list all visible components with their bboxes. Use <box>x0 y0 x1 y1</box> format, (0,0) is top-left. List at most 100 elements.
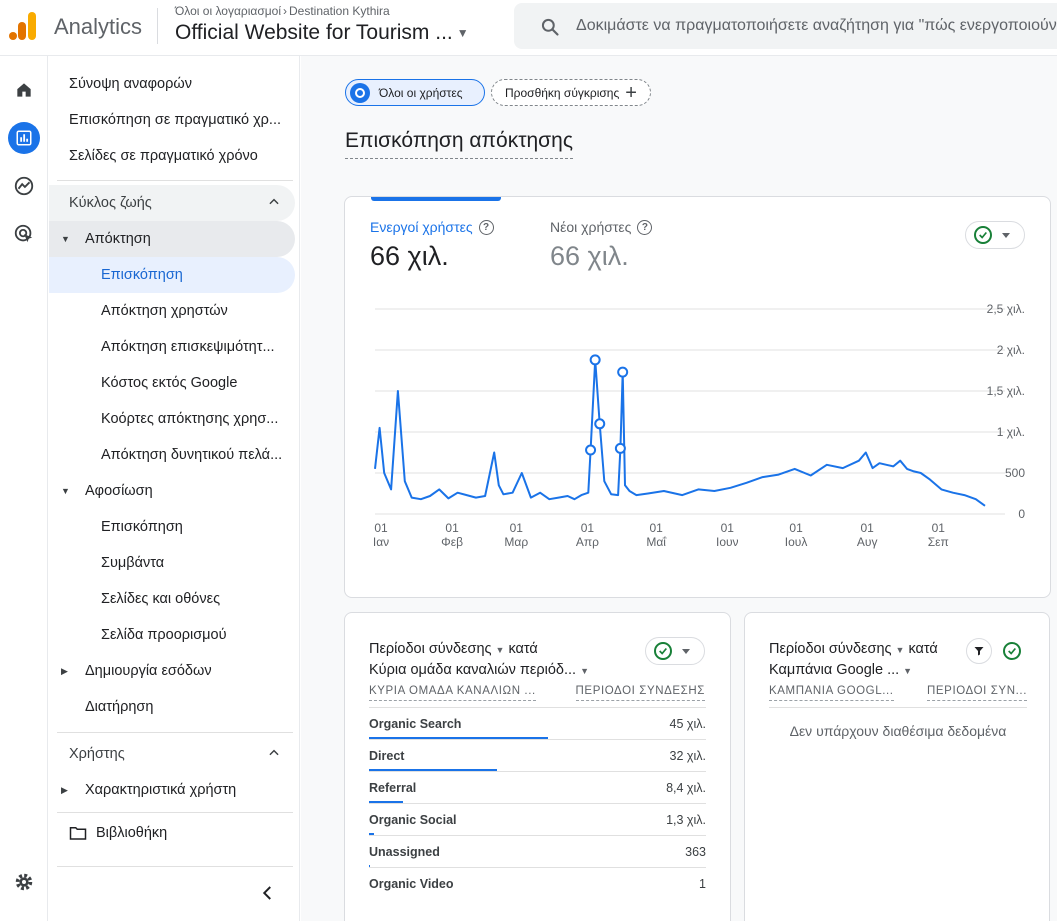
card-title-metric[interactable]: Περίοδοι σύνδεσης <box>369 641 492 657</box>
nav-events[interactable]: Συμβάντα <box>49 545 295 581</box>
table-row[interactable]: Direct 32 χιλ. <box>369 739 706 772</box>
breadcrumb[interactable]: Όλοι οι λογαριασμοί › Destination Kythira <box>175 4 390 18</box>
left-rail <box>0 56 48 921</box>
card-title-metric[interactable]: Περίοδοι σύνδεσης <box>769 641 892 657</box>
x-tick-day-label: 01 <box>445 521 459 535</box>
x-tick-month-label: Απρ <box>576 535 599 549</box>
nav-label: Βιβλιοθήκη <box>96 825 168 841</box>
home-icon[interactable] <box>8 74 40 106</box>
nav-section-lifecycle[interactable]: Κύκλος ζωής <box>49 185 295 221</box>
x-tick-day-label: 01 <box>650 521 664 535</box>
nav-acquisition-cohorts[interactable]: Κοόρτες απόκτησης χρησ... <box>49 401 295 437</box>
session-count: 363 <box>685 845 706 859</box>
search-bar[interactable]: Δοκιμάστε να πραγματοποιήσετε αναζήτηση … <box>514 3 1057 49</box>
folder-icon <box>69 827 87 840</box>
dropdown-arrow-icon: ▼ <box>456 26 469 41</box>
explore-icon[interactable] <box>8 170 40 202</box>
x-tick-day-label: 01 <box>860 521 874 535</box>
add-comparison-chip[interactable]: Προσθήκη σύγκρισης + <box>491 79 651 106</box>
table-row[interactable]: Organic Video 1 <box>369 867 706 899</box>
table-row[interactable]: Organic Social 1,3 χιλ. <box>369 803 706 836</box>
reports-icon[interactable] <box>8 122 40 154</box>
collapsed-triangle-icon: ▶ <box>61 784 68 795</box>
nav-pages-and-screens[interactable]: Σελίδες και οθόνες <box>49 581 295 617</box>
card-title: Περίοδοι σύνδεσης ▼ κατά Κύρια ομάδα καναλ… <box>369 639 593 681</box>
nav-label: Δημιουργία εσόδων <box>85 663 212 679</box>
chevron-right-icon: › <box>282 4 287 18</box>
nav-realtime-pages[interactable]: Σελίδες σε πραγματικό χρόνο <box>49 138 295 174</box>
chevron-up-icon <box>269 749 279 756</box>
anomaly-marker[interactable] <box>594 418 606 430</box>
channel-name: Direct <box>369 749 405 763</box>
nav-lead-acquisition[interactable]: Απόκτηση δυνητικού πελά... <box>49 437 295 473</box>
expand-triangle-icon: ▼ <box>61 486 70 496</box>
divider <box>57 732 293 733</box>
anomaly-marker[interactable] <box>617 366 629 378</box>
anomaly-marker[interactable] <box>585 444 597 456</box>
card-options-button[interactable] <box>645 637 705 665</box>
anomaly-marker[interactable] <box>589 354 601 366</box>
collapse-chevron-left-icon[interactable] <box>259 884 277 902</box>
dropdown-arrow-icon: ▼ <box>903 666 913 676</box>
nav-acquisition[interactable]: ▼ Απόκτηση <box>49 221 295 257</box>
card-title-dimension[interactable]: Καμπάνια Google ... <box>769 662 899 678</box>
y-tick-label: 1 χιλ. <box>997 425 1025 439</box>
nav-library[interactable]: Βιβλιοθήκη <box>49 815 295 851</box>
check-circle-icon <box>654 642 672 660</box>
nav-engagement-overview[interactable]: Επισκόπηση <box>49 509 295 545</box>
chip-label: Προσθήκη σύγκρισης <box>505 85 620 100</box>
sessions-by-channel-card: Περίοδοι σύνδεσης ▼ κατά Κύρια ομάδα καναλ… <box>344 612 731 921</box>
column-header-campaign[interactable]: ΚΑΜΠΑΝΙΑ GOOGL... <box>769 685 894 701</box>
card-title-by: κατά <box>508 641 538 657</box>
x-tick-day-label: 01 <box>721 521 735 535</box>
nav-non-google-cost[interactable]: Κόστος εκτός Google <box>49 365 295 401</box>
x-tick-month-label: Μαρ <box>504 535 528 549</box>
settings-gear-icon[interactable] <box>8 866 40 898</box>
report-navigation: Σύνοψη αναφορών Επισκόπηση σε πραγματικό… <box>49 56 300 921</box>
dropdown-arrow-icon: ▼ <box>580 666 590 676</box>
nav-user-acquisition[interactable]: Απόκτηση χρηστών <box>49 293 295 329</box>
all-users-segment-chip[interactable]: Όλοι οι χρήστες <box>345 79 485 106</box>
divider <box>157 8 158 44</box>
y-tick-label: 500 <box>1005 466 1025 480</box>
nav-section-user[interactable]: Χρήστης <box>49 736 295 772</box>
divider <box>769 707 1027 708</box>
nav-realtime-overview[interactable]: Επισκόπηση σε πραγματικό χρ... <box>49 102 295 138</box>
table-row[interactable]: Unassigned 363 <box>369 835 706 868</box>
analytics-logo-icon[interactable] <box>8 10 38 42</box>
property-selector[interactable]: Official Website for Tourism ... ▼ <box>175 21 469 45</box>
nav-engagement[interactable]: ▼ Αφοσίωση <box>49 473 295 509</box>
nav-monetization[interactable]: ▶ Δημιουργία εσόδων <box>49 653 295 689</box>
nav-landing-page[interactable]: Σελίδα προορισμού <box>49 617 295 653</box>
card-title-dimension[interactable]: Κύρια ομάδα καναλιών περιόδ... <box>369 662 576 678</box>
no-data-message: Δεν υπάρχουν διαθέσιμα δεδομένα <box>789 723 1007 739</box>
column-header-dimension[interactable]: ΚΥΡΙΑ ΟΜΑΔΑ ΚΑΝΑΛΙΩΝ ... <box>369 685 536 701</box>
anomaly-marker[interactable] <box>614 442 626 454</box>
nav-retention[interactable]: Διατήρηση <box>49 689 295 725</box>
x-tick-month-label: Ιουν <box>716 535 739 549</box>
table-row[interactable]: Organic Search 45 χιλ. <box>369 707 706 740</box>
channel-name: Organic Video <box>369 877 454 891</box>
table-row[interactable]: Referral 8,4 χιλ. <box>369 771 706 804</box>
column-header-sessions[interactable]: ΠΕΡΙΟΔΟΙ ΣΥΝ... <box>927 685 1027 701</box>
x-tick-month-label: Σεπ <box>928 535 949 549</box>
dropdown-arrow-icon: ▼ <box>895 645 905 655</box>
nav-reports-snapshot[interactable]: Σύνοψη αναφορών <box>49 66 295 102</box>
nav-traffic-acquisition[interactable]: Απόκτηση επισκεψιμότητ... <box>49 329 295 365</box>
session-count: 32 χιλ. <box>669 749 706 763</box>
breadcrumb-account[interactable]: Destination Kythira <box>289 4 390 18</box>
check-circle-icon[interactable] <box>999 638 1025 664</box>
divider <box>57 812 293 813</box>
column-header-sessions[interactable]: ΠΕΡΙΟΔΟΙ ΣΥΝΔΕΣΗΣ <box>575 685 705 701</box>
nav-user-attributes[interactable]: ▶ Χαρακτηριστικά χρήστη <box>49 772 295 808</box>
nav-acquisition-overview[interactable]: Επισκόπηση <box>49 257 295 293</box>
filter-icon[interactable] <box>966 638 992 664</box>
search-placeholder: Δοκιμάστε να πραγματοποιήσετε αναζήτηση … <box>576 17 1057 34</box>
x-tick-month-label: Ιουλ <box>785 535 808 549</box>
advertising-icon[interactable] <box>8 218 40 250</box>
main-content: Όλοι οι χρήστες Προσθήκη σύγκρισης + Επισ… <box>301 56 1057 921</box>
breadcrumb-root[interactable]: Όλοι οι λογαριασμοί <box>175 4 281 18</box>
x-tick-month-label: Φεβ <box>441 535 463 549</box>
sessions-by-campaign-card: Περίοδοι σύνδεσης ▼ κατά Καμπάνια Google .… <box>744 612 1050 921</box>
nav-label: Απόκτηση <box>85 231 151 247</box>
